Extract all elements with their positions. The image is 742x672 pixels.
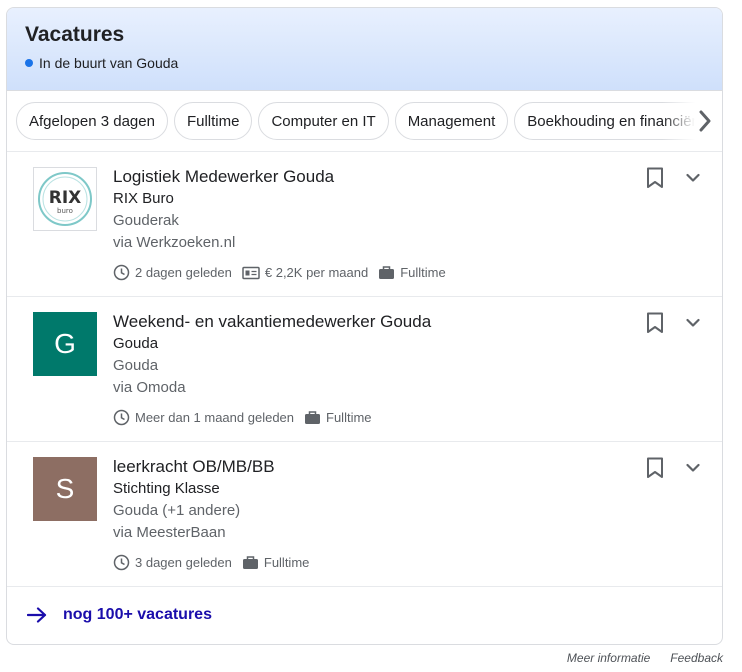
- chevron-down-icon[interactable]: [686, 173, 700, 183]
- salary-card-icon: [242, 266, 260, 279]
- logo-letter: S: [55, 473, 75, 504]
- logo-letter: G: [54, 328, 76, 359]
- chip-management[interactable]: Management: [394, 102, 509, 140]
- salary: € 2,2K per maand: [242, 265, 368, 280]
- job-location: Gouderak: [113, 212, 179, 229]
- chip-computer-en-it[interactable]: Computer en IT: [258, 102, 389, 140]
- job-company: RIX Buro: [113, 190, 174, 207]
- job-title[interactable]: leerkracht OB/MB/BB: [113, 456, 613, 478]
- job-info: Logistiek Medewerker Gouda RIX Buro Goud…: [113, 166, 613, 281]
- chevron-down-icon[interactable]: [686, 463, 700, 473]
- location-subtitle: In de buurt van Gouda: [25, 55, 722, 71]
- chevron-down-icon[interactable]: [686, 318, 700, 328]
- job-company: Gouda: [113, 335, 159, 352]
- briefcase-icon: [305, 411, 321, 424]
- location-dot-icon: [25, 59, 33, 67]
- bookmark-icon[interactable]: [646, 312, 664, 334]
- more-jobs-link[interactable]: nog 100+ vacatures: [7, 587, 722, 643]
- chevron-right-icon: [699, 110, 711, 132]
- chips-scroll-right-button[interactable]: [662, 91, 722, 151]
- logo-subtext: buro: [57, 207, 73, 215]
- job-meta: 2 dagen geleden € 2,2K per maand Fulltim…: [113, 264, 613, 281]
- employment-type: Fulltime: [304, 410, 372, 425]
- job-actions: [646, 167, 700, 189]
- job-actions: [646, 457, 700, 479]
- more-jobs-label: nog 100+ vacatures: [63, 606, 212, 623]
- job-source: via Werkzoeken.nl: [113, 234, 236, 251]
- job-listing[interactable]: RIX buro Logistiek Medewerker Gouda RIX …: [7, 152, 722, 297]
- location-label: In de buurt van Gouda: [39, 55, 179, 71]
- bookmark-icon[interactable]: [646, 457, 664, 479]
- briefcase-icon: [242, 556, 258, 569]
- company-logo: S: [33, 457, 97, 521]
- card-header: Vacatures In de buurt van Gouda: [7, 8, 722, 91]
- chip-fulltime[interactable]: Fulltime: [173, 102, 253, 140]
- company-logo: RIX buro: [33, 167, 97, 231]
- job-info: leerkracht OB/MB/BB Stichting Klasse Gou…: [113, 456, 613, 571]
- bookmark-icon[interactable]: [646, 167, 664, 189]
- company-logo: G: [33, 312, 97, 376]
- job-source: via Omoda: [113, 379, 186, 396]
- employment-type: Fulltime: [242, 555, 309, 570]
- arrow-right-icon: [27, 607, 47, 623]
- clock-icon: [113, 264, 130, 281]
- job-actions: [646, 312, 700, 334]
- job-info: Weekend- en vakantiemedewerker Gouda Gou…: [113, 311, 613, 426]
- posted-time: Meer dan 1 maand geleden: [113, 409, 294, 426]
- briefcase-icon: [379, 266, 395, 279]
- job-meta: Meer dan 1 maand geleden Fulltime: [113, 409, 613, 426]
- posted-time: 2 dagen geleden: [113, 264, 232, 281]
- posted-time: 3 dagen geleden: [113, 554, 232, 571]
- job-meta: 3 dagen geleden Fulltime: [113, 554, 613, 571]
- feedback-link[interactable]: Feedback: [670, 651, 723, 665]
- job-source: via MeesterBaan: [113, 524, 226, 541]
- job-company: Stichting Klasse: [113, 480, 220, 497]
- clock-icon: [113, 409, 130, 426]
- job-title[interactable]: Weekend- en vakantiemedewerker Gouda: [113, 311, 613, 333]
- chip-afgelopen-3-dagen[interactable]: Afgelopen 3 dagen: [16, 102, 168, 140]
- jobs-card: Vacatures In de buurt van Gouda Afgelope…: [6, 7, 723, 645]
- more-info-link[interactable]: Meer informatie: [567, 651, 650, 665]
- job-listing[interactable]: G Weekend- en vakantiemedewerker Gouda G…: [7, 297, 722, 442]
- logo-text: RIX: [49, 188, 82, 208]
- footer-links: Meer informatie Feedback: [567, 651, 723, 665]
- filter-chips: Afgelopen 3 dagen Fulltime Computer en I…: [7, 91, 722, 152]
- job-title[interactable]: Logistiek Medewerker Gouda: [113, 166, 613, 188]
- card-title: Vacatures: [25, 23, 125, 46]
- job-location: Gouda (+1 andere): [113, 502, 241, 519]
- employment-type: Fulltime: [378, 265, 446, 280]
- job-listing[interactable]: S leerkracht OB/MB/BB Stichting Klasse G…: [7, 442, 722, 587]
- job-location: Gouda: [113, 357, 159, 374]
- clock-icon: [113, 554, 130, 571]
